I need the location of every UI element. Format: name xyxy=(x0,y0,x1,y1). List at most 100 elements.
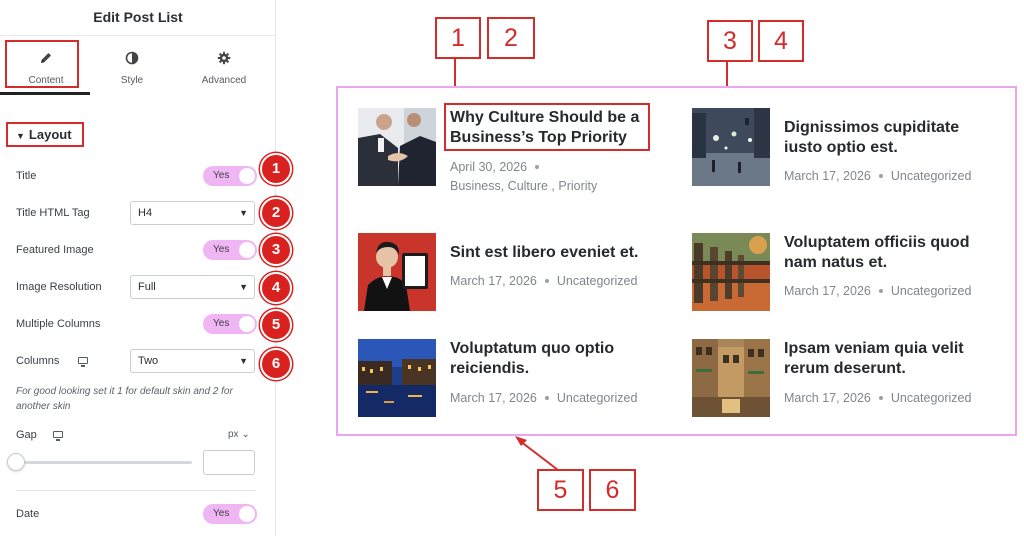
gap-slider-track[interactable] xyxy=(16,461,192,464)
post-title[interactable]: Ipsam veniam quia velit rerum deserunt. xyxy=(784,339,1004,379)
tab-label: Style xyxy=(120,75,144,86)
post-title[interactable]: Voluptatum quo optio reiciendis. xyxy=(450,339,670,379)
switch-knob xyxy=(239,506,255,522)
featured-image-switch[interactable]: Yes xyxy=(203,240,257,260)
control-title: Title Yes xyxy=(0,161,276,191)
tab-highlight xyxy=(5,40,79,88)
control-label: Featured Image xyxy=(16,244,94,256)
post-meta: March 17, 2026 Uncategorized xyxy=(784,390,971,406)
post-title-line: Sint est libero eveniet et. xyxy=(450,244,639,261)
gap-input[interactable] xyxy=(203,450,255,475)
gap-slider-handle[interactable] xyxy=(7,453,25,471)
columns-select[interactable]: Two ▼ xyxy=(130,349,255,373)
switch-knob xyxy=(239,316,255,332)
annotation-3: 3 xyxy=(707,20,753,62)
unit-select[interactable]: px ⌄ xyxy=(228,420,250,450)
title-html-tag-select[interactable]: H4 ▼ xyxy=(130,201,255,225)
unit-value: px xyxy=(228,429,239,440)
post-title[interactable]: Dignissimos cupiditate iusto optio est. xyxy=(784,118,1004,158)
title-highlight xyxy=(444,103,650,151)
control-columns: Columns Two ▼ xyxy=(0,346,276,376)
post-category[interactable]: Uncategorized xyxy=(557,274,638,288)
section-layout-toggle[interactable]: ▼ Layout xyxy=(6,122,84,147)
control-label: Image Resolution xyxy=(16,281,102,293)
chevron-down-icon: ▼ xyxy=(239,356,248,366)
post-thumbnail-wooden-fence[interactable] xyxy=(692,233,770,311)
columns-hint: For good looking set it 1 for default sk… xyxy=(16,386,233,412)
panel-title: Edit Post List xyxy=(0,0,276,36)
badge-5: 5 xyxy=(260,309,292,341)
control-label: Multiple Columns xyxy=(16,318,101,330)
switch-text: Yes xyxy=(213,244,230,255)
post-date: March 17, 2026 xyxy=(784,284,871,298)
section-label: Layout xyxy=(28,127,72,142)
post-title-line: Ipsam veniam quia velit xyxy=(784,340,964,357)
tab-style[interactable]: Style xyxy=(86,37,178,95)
post-thumbnail-woman-tablet[interactable] xyxy=(358,233,436,311)
post-date: March 17, 2026 xyxy=(450,391,537,405)
switch-knob xyxy=(239,242,255,258)
dot-separator xyxy=(878,173,883,178)
switch-knob xyxy=(239,168,255,184)
post-title-line: nam natus et. xyxy=(784,254,888,271)
annotation-4: 4 xyxy=(758,20,804,62)
post-date: March 17, 2026 xyxy=(784,169,871,183)
annotation-6: 6 xyxy=(589,469,636,511)
post-thumbnail-handshake[interactable] xyxy=(358,108,436,186)
badge-2: 2 xyxy=(260,197,292,229)
annotation-2: 2 xyxy=(487,17,535,59)
annotation-1: 1 xyxy=(435,17,481,59)
date-switch[interactable]: Yes xyxy=(203,504,257,524)
dot-separator xyxy=(878,395,883,400)
post-title-line: Dignissimos cupiditate xyxy=(784,119,960,136)
control-label: Title xyxy=(16,170,37,182)
control-multiple-columns: Multiple Columns Yes xyxy=(0,309,276,339)
desktop-icon[interactable] xyxy=(78,357,88,367)
select-value: H4 xyxy=(138,207,153,219)
post-thumbnail-winter-street[interactable] xyxy=(692,108,770,186)
post-date: April 30, 2026 xyxy=(450,160,528,174)
chevron-down-icon: ⌄ xyxy=(241,429,250,440)
dot-separator xyxy=(535,164,540,169)
switch-text: Yes xyxy=(213,508,230,519)
post-categories[interactable]: Business, Culture , Priority xyxy=(450,178,597,194)
badge-3: 3 xyxy=(260,234,292,266)
post-list-preview: Why Culture Should be a Business’s Top P… xyxy=(336,86,1017,436)
divider xyxy=(16,490,256,491)
annotation-5: 5 xyxy=(537,469,584,511)
dot-separator xyxy=(878,288,883,293)
post-date: March 17, 2026 xyxy=(450,274,537,288)
badge-4: 4 xyxy=(260,272,292,304)
control-featured-image: Featured Image Yes xyxy=(0,235,276,265)
contrast-icon xyxy=(86,51,178,67)
post-category[interactable]: Uncategorized xyxy=(557,391,638,405)
post-category[interactable]: Uncategorized xyxy=(891,391,972,405)
post-thumbnail-canal-night[interactable] xyxy=(358,339,436,417)
post-title-line: reiciendis. xyxy=(450,360,530,377)
control-label: Title HTML Tag xyxy=(16,207,90,219)
image-resolution-select[interactable]: Full ▼ xyxy=(130,275,255,299)
post-title[interactable]: Voluptatem officiis quod nam natus et. xyxy=(784,233,1004,273)
post-meta: March 17, 2026 Uncategorized xyxy=(784,168,971,184)
post-meta: April 30, 2026 xyxy=(450,159,547,175)
editor-panel: Edit Post List Content Style Advanced ▼ L… xyxy=(0,0,276,536)
post-meta: March 17, 2026 Uncategorized xyxy=(450,273,637,289)
select-value: Two xyxy=(138,355,159,367)
post-title[interactable]: Sint est libero eveniet et. xyxy=(450,243,670,263)
tab-advanced[interactable]: Advanced xyxy=(178,37,270,95)
title-switch[interactable]: Yes xyxy=(203,166,257,186)
control-label: Date xyxy=(16,508,40,520)
switch-text: Yes xyxy=(213,318,230,329)
select-value: Full xyxy=(138,281,156,293)
post-category[interactable]: Uncategorized xyxy=(891,284,972,298)
desktop-icon[interactable] xyxy=(53,431,63,441)
multiple-columns-switch[interactable]: Yes xyxy=(203,314,257,334)
switch-text: Yes xyxy=(213,170,230,181)
post-title-line: iusto optio est. xyxy=(784,139,898,156)
chevron-down-icon: ▼ xyxy=(239,282,248,292)
caret-down-icon: ▼ xyxy=(16,131,25,141)
post-thumbnail-city-buildings[interactable] xyxy=(692,339,770,417)
post-title-line: Voluptatum quo optio xyxy=(450,340,615,357)
post-category[interactable]: Uncategorized xyxy=(891,169,972,183)
dot-separator xyxy=(544,395,549,400)
